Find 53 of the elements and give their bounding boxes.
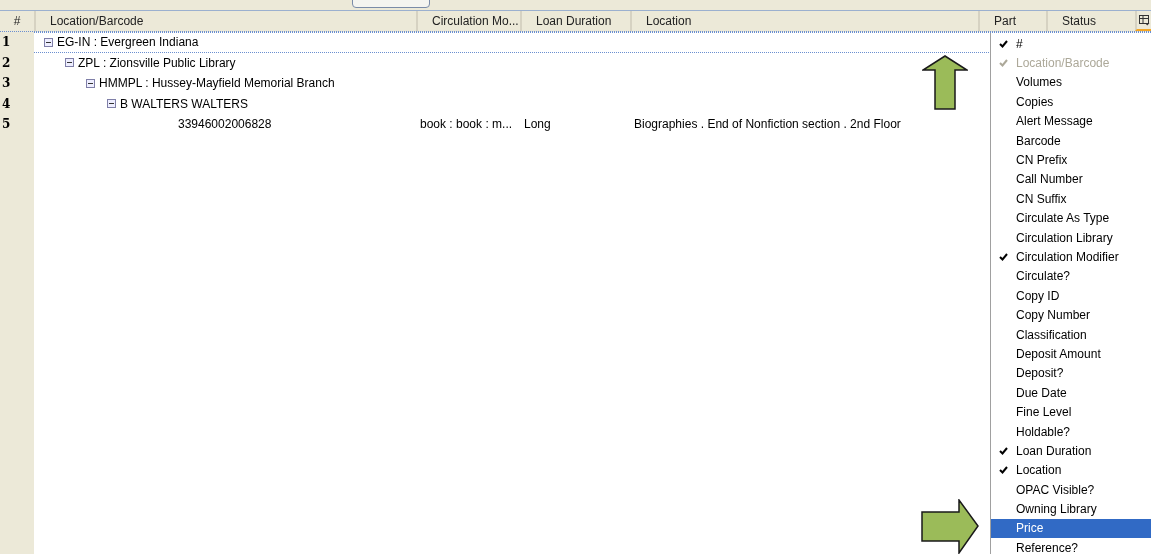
row-number: 4 [2, 95, 11, 113]
collapse-icon[interactable] [44, 37, 53, 47]
column-header[interactable]: Location/Barcode [50, 12, 144, 30]
table-cell-text: Biographies . End of Nonfiction section . 2nd Floor [634, 116, 901, 134]
column-picker-icon[interactable] [1138, 14, 1150, 26]
menu-item[interactable]: Due Date [991, 383, 1151, 403]
tree-item-label[interactable]: 33946002006828 [178, 115, 272, 134]
menu-item[interactable]: OPAC Visible? [991, 480, 1151, 500]
right-arrow-icon [921, 499, 979, 554]
menu-item[interactable]: Holdable? [991, 421, 1151, 442]
menu-item[interactable]: Barcode [991, 130, 1151, 151]
menu-item[interactable]: Circulation Modifier [991, 247, 1151, 267]
tree-item-label[interactable]: B WALTERS WALTERS [120, 94, 248, 113]
column-header[interactable]: Circulation Mo... [432, 12, 519, 30]
menu-item[interactable]: Call Number [991, 169, 1151, 190]
menu-item[interactable]: Deposit? [991, 363, 1151, 384]
menu-item[interactable]: Location [991, 460, 1151, 480]
menu-item[interactable]: Reference? [991, 538, 1151, 554]
menu-item[interactable]: Loan Duration [991, 441, 1151, 461]
menu-item[interactable]: Circulation Library [991, 227, 1151, 248]
menu-item[interactable]: CN Prefix [991, 150, 1151, 170]
column-header[interactable]: Loan Duration [536, 12, 612, 30]
menu-item[interactable]: Owning Library [991, 499, 1151, 519]
tree-item-label[interactable]: EG-IN : Evergreen Indiana [57, 33, 199, 52]
menu-item[interactable]: CN Suffix [991, 189, 1151, 209]
row-number: 2 [2, 54, 11, 72]
menu-item[interactable]: Alert Message [991, 111, 1151, 131]
menu-item[interactable]: Copy ID [991, 286, 1151, 306]
menu-item[interactable]: Circulate As Type [991, 208, 1151, 228]
menu-item[interactable]: Copy Number [991, 305, 1151, 325]
row-number: 5 [2, 116, 11, 134]
menu-item[interactable]: Price [991, 518, 1151, 539]
collapse-icon[interactable] [86, 78, 95, 88]
menu-item[interactable]: Fine Level [991, 402, 1151, 422]
menu-item[interactable]: Deposit Amount [991, 344, 1151, 364]
column-header[interactable]: Part [994, 12, 1016, 30]
collapse-icon[interactable] [65, 58, 74, 68]
collapse-icon[interactable] [107, 99, 116, 109]
up-arrow-icon [922, 55, 968, 111]
menu-item[interactable]: Volumes [991, 72, 1151, 93]
row-number: 1 [2, 34, 11, 52]
tree-item-label[interactable]: ZPL : Zionsville Public Library [78, 53, 236, 72]
table-cell-text: Long [524, 116, 551, 134]
column-header[interactable]: Status [1062, 12, 1097, 30]
menu-item[interactable]: # [991, 34, 1151, 54]
menu-item[interactable]: Classification [991, 324, 1151, 345]
row-number: 3 [2, 75, 11, 93]
menu-item[interactable]: Circulate? [991, 266, 1151, 287]
tree-item-label[interactable]: HMMPL : Hussey-Mayfield Memorial Branch [99, 74, 335, 93]
column-header[interactable]: Location [646, 12, 692, 30]
menu-item[interactable]: Copies [991, 92, 1151, 112]
column-header[interactable]: # [13, 12, 21, 30]
table-cell-text: book : book : m... [420, 116, 513, 134]
